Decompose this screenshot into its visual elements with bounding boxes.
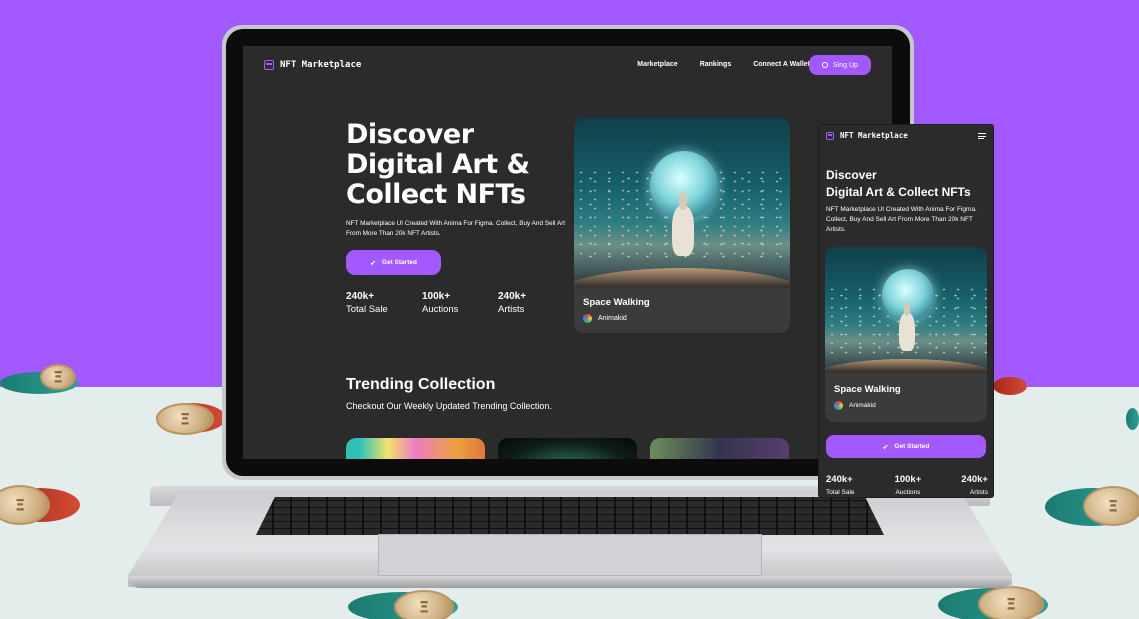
mobile-hero-subtitle: NFT Marketplace UI Created With Anima Fo… [826,206,977,233]
mobile-screen: NFT Marketplace Discover Digital Art & C… [819,125,993,497]
desktop-screen: NFT Marketplace Marketplace Rankings Con… [243,46,892,459]
stat-value: 240k+ [961,474,988,485]
mobile-stat-auctions: 100k+ Auctions [895,474,922,497]
laptop-base-lip [128,576,1012,588]
featured-nft-card[interactable]: Space Walking Animakid [574,118,790,333]
stat-value: 240k+ [498,291,527,302]
stat-label: Total Sale [826,489,855,496]
rocket-icon: ➶ [370,259,376,267]
rocket-icon: ➶ [882,443,889,451]
signup-label: Sing Up [833,61,858,69]
coin-decoration [0,485,80,525]
hero-title: Discover Digital Art & Collect NFTs [346,120,546,210]
stat-label: Artists [498,304,525,315]
coin-decoration [156,403,226,435]
stat-label: Total Sale [346,304,388,315]
stat-value: 240k+ [826,474,853,485]
mobile-get-started-label: Get Started [894,443,930,450]
brand-logo[interactable]: NFT Marketplace [264,60,361,70]
mobile-brand-logo[interactable]: NFT Marketplace [826,131,908,140]
artist-name: Animakid [849,402,876,409]
mobile-hero-title-line: Digital Art & Collect NFTs [826,185,971,199]
stat-label: Artists [969,489,988,496]
hero-subtitle: NFT Marketplace UI Created With Anima Fo… [346,220,566,237]
horizon-shape [825,359,987,373]
artist-name: Animakid [598,315,627,322]
stat-label: Auctions [895,489,921,496]
mobile-stat-total-sale: 240k+ Total Sale [826,474,855,497]
signup-button[interactable]: Sing Up [809,55,871,75]
nav-link-marketplace[interactable]: Marketplace [637,61,677,68]
artist-avatar [834,401,843,410]
coin-decoration [993,377,1027,395]
mobile-featured-artist[interactable]: Animakid [834,401,876,410]
hamburger-icon[interactable] [978,133,986,140]
stat-total-sale: 240k+ Total Sale [346,290,422,316]
nav-link-rankings[interactable]: Rankings [700,61,732,68]
mobile-stat-artists: 240k+ Artists [961,474,988,497]
top-navbar: NFT Marketplace Marketplace Rankings Con… [243,46,892,86]
hero-stats: 240k+ Total Sale 100k+ Auctions 240k+ Ar… [346,290,574,316]
mobile-hero-title-line: Discover [826,168,877,182]
stat-value: 100k+ [422,291,451,302]
horizon-shape [574,268,790,288]
get-started-label: Get Started [381,259,417,266]
astronaut-shape [672,192,694,256]
mobile-stats: 240k+ Total Sale 100k+ Auctions 240k+ Ar… [826,474,988,497]
stat-value: 100k+ [894,474,922,485]
mobile-hero-title: Discover Digital Art & Collect NFTs [826,167,991,201]
artist-avatar [583,314,592,323]
nav-link-connect-wallet[interactable]: Connect A Wallet [753,61,810,68]
nav-links: Marketplace Rankings Connect A Wallet [637,61,810,68]
mobile-featured-nft-card[interactable]: Space Walking Animakid [825,247,987,422]
featured-title: Space Walking [583,297,650,308]
mobile-featured-artwork-image [825,247,987,373]
hero-title-line: Discover [346,119,474,150]
trending-collection-thumbnail[interactable] [346,438,485,459]
hero-title-line: Collect NFTs [346,179,526,210]
astronaut-shape [899,302,915,351]
featured-artist[interactable]: Animakid [583,314,627,323]
storefront-icon [826,131,834,140]
laptop-trackpad [378,534,762,576]
stat-label: Auctions [422,304,459,315]
laptop-keyboard [256,497,884,535]
trending-collection-thumbnail[interactable] [498,438,637,459]
trending-collection-thumbnail[interactable] [650,438,789,459]
storefront-icon [264,60,274,70]
stat-auctions: 100k+ Auctions [422,290,498,316]
coin-decoration [1045,486,1139,526]
coin-decoration [938,586,1048,619]
stat-artists: 240k+ Artists [498,290,574,316]
mobile-get-started-button[interactable]: ➶ Get Started [826,435,986,458]
hero-title-line: Digital Art & [346,149,530,180]
coin-decoration [348,590,458,619]
brand-name: NFT Marketplace [280,60,362,70]
get-started-button[interactable]: ➶ Get Started [346,250,441,275]
mobile-brand-name: NFT Marketplace [840,131,908,140]
coin-decoration [0,364,78,394]
user-icon [822,62,829,68]
mobile-featured-title: Space Walking [834,384,901,395]
trending-subtitle: Checkout Our Weekly Updated Trending Col… [346,401,552,411]
coin-decoration [1126,408,1139,430]
featured-artwork-image [574,118,790,288]
trending-title: Trending Collection [346,376,496,393]
stat-value: 240k+ [346,291,375,302]
